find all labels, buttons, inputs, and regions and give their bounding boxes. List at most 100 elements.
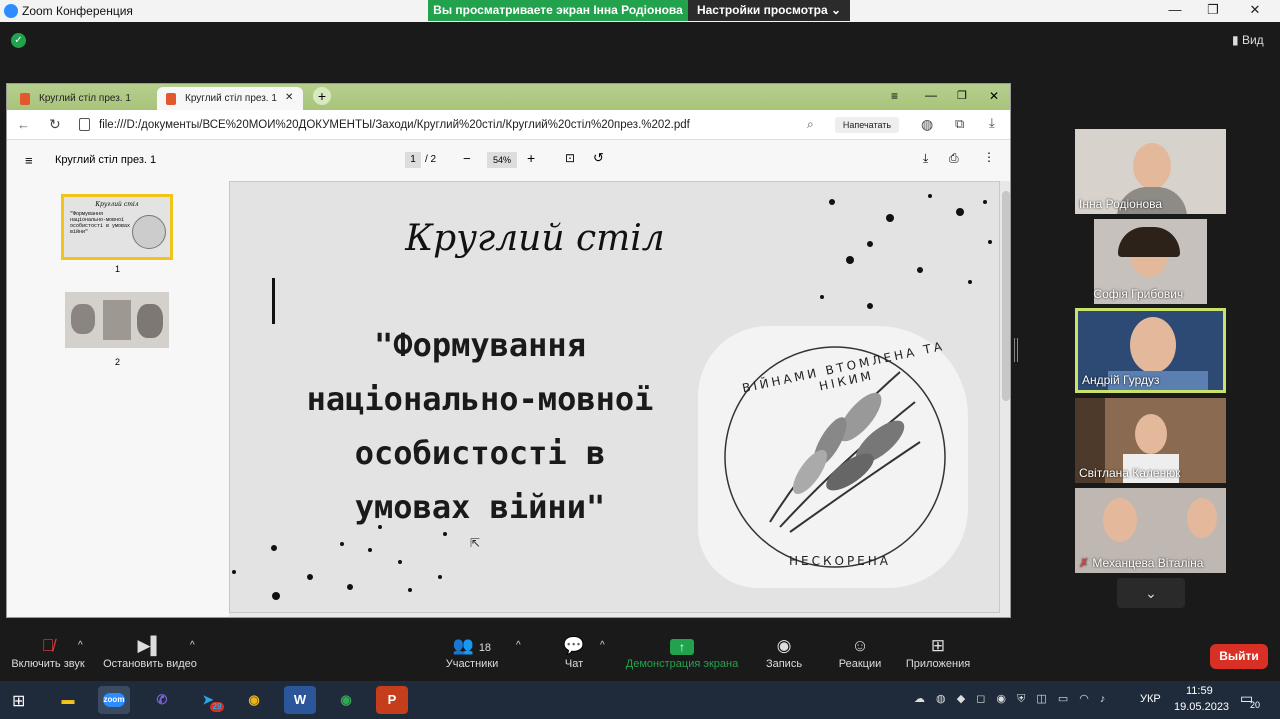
audio-options-chevron-icon[interactable]: ^ xyxy=(78,640,83,651)
zoom-in-icon[interactable]: + xyxy=(527,150,535,166)
apps-button[interactable]: ⊞ Приложения xyxy=(900,636,976,670)
chrome-icon[interactable]: ◉ xyxy=(238,686,270,714)
sidebar-menu-icon[interactable]: ≡ xyxy=(25,153,33,168)
thumbnail-page-2[interactable] xyxy=(65,292,169,348)
telegram-icon[interactable]: ➤ 29 xyxy=(192,686,224,714)
zoom-level[interactable]: 54% xyxy=(487,152,517,168)
share-screen-icon: ↑ xyxy=(620,636,744,658)
thumbnail-label: 2 xyxy=(115,357,121,367)
system-tray-icons[interactable]: ☁ ◍ ◆ ◻ ◉ ⛨ ◫ ▭ ◠ ♪ xyxy=(914,692,1109,706)
browser-minimize-icon[interactable]: — xyxy=(925,88,937,102)
windows-taskbar: ⊞ ▬ zoom ✆ ➤ 29 ◉ W ◉ P ☁ ◍ ◆ ◻ ◉ ⛨ ◫ ▭ ◠… xyxy=(0,681,1280,719)
zoom-logo-icon xyxy=(4,4,18,18)
url-field[interactable]: file:///D:/документы/ВСЕ%20МОИ%20ДОКУМЕН… xyxy=(99,119,690,131)
thumbnail-page-1[interactable]: Круглий стіл "Формування національно-мов… xyxy=(61,194,173,260)
smiley-icon: ☺ xyxy=(851,636,869,655)
browser-close-icon[interactable]: ✕ xyxy=(989,89,999,103)
record-label: Запись xyxy=(765,658,803,670)
view-button-label: Вид xyxy=(1241,33,1264,47)
extensions-icon[interactable]: ⧉ xyxy=(955,116,964,132)
view-button[interactable]: ▮ Вид xyxy=(1232,33,1264,47)
globe-icon[interactable]: ◍ xyxy=(921,116,933,133)
video-camera-icon: ▶▌ xyxy=(137,636,163,655)
thumbnail-portrait xyxy=(71,304,95,334)
thumbnail-label: 1 xyxy=(115,264,121,274)
meeting-toolbar: 🎙̸ Включить звук ^ ▶▌ Остановить видео ^… xyxy=(0,632,1280,681)
participant-tile-active[interactable]: Андрій Гурдуз xyxy=(1075,308,1226,393)
panel-resize-handle[interactable] xyxy=(1014,338,1018,362)
shared-browser-window: Круглий стіл през. 1 Круглий стіл през. … xyxy=(6,83,1011,618)
pdf-toolbar: ≡ Круглий стіл през. 1 1 / 2 − 54% + ⊡ ↺… xyxy=(7,141,1010,181)
search-icon[interactable]: ⌕ xyxy=(807,117,814,132)
maximize-icon[interactable]: ❐ xyxy=(1198,2,1228,20)
leave-button[interactable]: Выйти xyxy=(1210,644,1268,669)
tab-menu-icon[interactable]: ≡ xyxy=(891,89,898,103)
close-icon[interactable]: ✕ xyxy=(1240,2,1270,20)
new-tab-icon[interactable]: + xyxy=(313,87,331,105)
reload-icon[interactable]: ↻ xyxy=(49,116,61,133)
chat-label: Чат xyxy=(564,658,584,670)
zoom-out-icon[interactable]: − xyxy=(463,151,471,166)
participants-label: Участники xyxy=(445,658,499,670)
participant-hair xyxy=(1118,227,1180,257)
word-icon[interactable]: W xyxy=(284,686,316,714)
scroll-participants-down-icon[interactable]: ⌄ xyxy=(1117,578,1185,608)
file-explorer-icon[interactable]: ▬ xyxy=(52,686,84,714)
apps-label: Приложения xyxy=(905,658,971,670)
windows-start-icon[interactable]: ⊞ xyxy=(12,691,25,711)
print-button[interactable]: Напечатать xyxy=(835,117,899,133)
fit-page-icon[interactable]: ⊡ xyxy=(565,151,575,165)
clock-time[interactable]: 11:59 xyxy=(1186,685,1213,697)
view-settings-button[interactable]: Настройки просмотра ⌄ xyxy=(688,0,850,21)
participant-name: ✗ Механцева Віталіна xyxy=(1079,556,1204,570)
viber-icon[interactable]: ✆ xyxy=(146,686,178,714)
notification-count: 20 xyxy=(1250,700,1261,710)
more-options-icon[interactable]: ⋮ xyxy=(983,150,995,164)
participant-tile[interactable]: ✗ Софія Грибович xyxy=(1094,219,1207,304)
view-settings-label: Настройки просмотра xyxy=(696,3,828,17)
powerpoint-icon[interactable]: P xyxy=(376,686,408,714)
mouse-pointer-icon: ⇱ xyxy=(470,536,481,550)
video-options-chevron-icon[interactable]: ^ xyxy=(190,640,195,651)
rotate-icon[interactable]: ↺ xyxy=(593,150,604,166)
browser-restore-icon[interactable]: ❐ xyxy=(957,89,967,102)
participant-tile[interactable]: Світлана Каленюк xyxy=(1075,398,1226,483)
chat-button[interactable]: 💬 Чат xyxy=(550,636,598,670)
participant-tile[interactable]: Інна Родіонова xyxy=(1075,129,1226,214)
tab-close-icon[interactable]: ✕ xyxy=(285,92,293,103)
chat-chevron-icon[interactable]: ^ xyxy=(600,640,605,651)
tab-label: Круглий стіл през. 1 xyxy=(39,93,131,104)
language-indicator[interactable]: УКР xyxy=(1140,693,1161,705)
print-icon[interactable]: ⎙ xyxy=(949,151,959,166)
thumbnail-portrait xyxy=(137,304,163,338)
share-banner: Вы просматриваете экран Інна Родіонова xyxy=(428,0,688,21)
record-button[interactable]: ◉ Запись xyxy=(758,636,810,670)
thumbnail-seal-icon xyxy=(132,215,166,249)
clock-date[interactable]: 19.05.2023 xyxy=(1174,701,1229,713)
tab-label: Круглий стіл през. 1 xyxy=(185,93,277,104)
participants-button[interactable]: 👥 18 Участники xyxy=(440,636,504,670)
telegram-badge: 29 xyxy=(210,702,224,712)
stop-video-button[interactable]: ▶▌ Остановить видео xyxy=(100,636,200,670)
reactions-button[interactable]: ☺ Реакции xyxy=(832,636,888,670)
apps-icon: ⊞ xyxy=(930,636,946,655)
pdf-scrollbar[interactable] xyxy=(1002,191,1010,401)
thumbnail-sidebar: Круглий стіл "Формування національно-мов… xyxy=(7,181,229,617)
encryption-shield-icon[interactable]: ✓ xyxy=(11,33,26,48)
zoom-app-icon[interactable]: zoom xyxy=(98,686,130,714)
browser-tab[interactable]: Круглий стіл през. 1 xyxy=(11,87,157,110)
participant-name: Світлана Каленюк xyxy=(1079,466,1181,480)
browser-tab-active[interactable]: Круглий стіл през. 1 ✕ xyxy=(157,87,303,110)
participant-name: Андрій Гурдуз xyxy=(1082,373,1160,387)
chrome-profile-icon[interactable]: ◉ xyxy=(330,686,362,714)
share-screen-button[interactable]: ↑ Демонстрация экрана xyxy=(620,636,744,670)
participant-tile[interactable]: ✗ Механцева Віталіна xyxy=(1075,488,1226,573)
minimize-icon[interactable]: — xyxy=(1160,2,1190,20)
participant-name: ✗ Софія Грибович xyxy=(1094,287,1184,301)
thumbnail-title: Круглий стіл xyxy=(95,201,139,208)
participants-chevron-icon[interactable]: ^ xyxy=(516,640,521,651)
back-icon[interactable]: ← xyxy=(17,117,30,132)
page-number-input[interactable]: 1 xyxy=(405,152,421,168)
download-icon[interactable]: ⤓ xyxy=(989,115,995,131)
download-pdf-icon[interactable]: ⤓ xyxy=(923,151,928,166)
